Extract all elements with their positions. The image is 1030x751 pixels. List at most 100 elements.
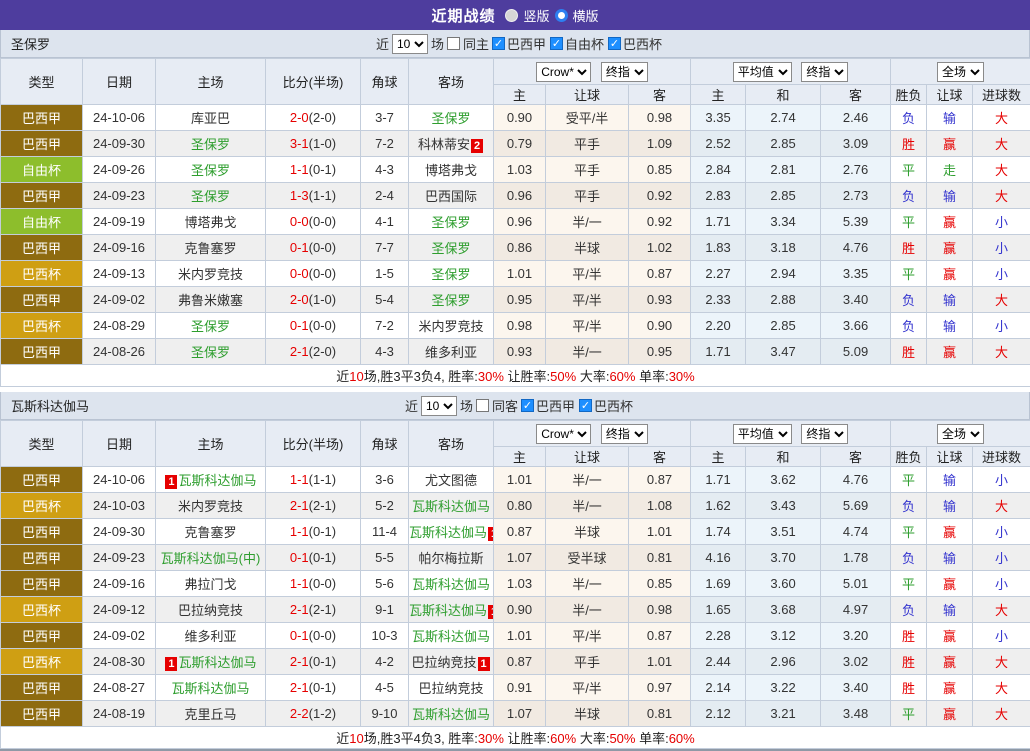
full-match-group-header: 全场 <box>891 421 1030 447</box>
match-date: 24-08-19 <box>83 701 156 727</box>
avg-draw: 2.88 <box>746 287 821 313</box>
odds-handicap: 平/半 <box>546 313 629 339</box>
league-filters: ✓巴西甲✓自由杯✓巴西杯 <box>492 34 664 53</box>
odds-handicap: 半/一 <box>546 209 629 235</box>
full-match-select[interactable]: 全场 <box>937 424 984 444</box>
score: 2-1(2-1) <box>266 493 361 519</box>
home-team: 1瓦斯科达伽马 <box>156 649 266 675</box>
team-name: 科林蒂安 <box>418 137 470 152</box>
corner-score: 9-1 <box>361 597 409 623</box>
odds-away: 1.08 <box>629 493 691 519</box>
odds-home: 0.95 <box>494 287 546 313</box>
result-handicap: 赢 <box>927 623 973 649</box>
away-team: 科林蒂安2 <box>409 131 494 157</box>
corner-score: 1-5 <box>361 261 409 287</box>
league-checkbox[interactable]: ✓ <box>608 37 621 50</box>
avg-draw: 2.85 <box>746 183 821 209</box>
final-index-select[interactable]: 终指 <box>801 424 848 444</box>
match-type-badge: 巴西甲 <box>1 545 83 571</box>
odds-handicap: 半/一 <box>546 339 629 365</box>
same-side-checkbox[interactable] <box>476 399 489 412</box>
odds-away: 0.87 <box>629 261 691 287</box>
match-date: 24-09-23 <box>83 545 156 571</box>
result-handicap: 赢 <box>927 649 973 675</box>
home-team: 弗鲁米嫩塞 <box>156 287 266 313</box>
team-name: 圣保罗 <box>431 215 470 230</box>
league-checkbox[interactable]: ✓ <box>579 399 592 412</box>
league-checkbox[interactable]: ✓ <box>492 37 505 50</box>
result-winloss: 负 <box>891 493 927 519</box>
avg-draw: 2.85 <box>746 313 821 339</box>
fulltime-score: 3-1 <box>290 136 309 151</box>
avg-away: 5.39 <box>821 209 891 235</box>
halftime-score: (0-1) <box>309 524 336 539</box>
full-match-select[interactable]: 全场 <box>937 62 984 82</box>
match-type-badge: 巴西甲 <box>1 105 83 131</box>
summary-text: 场,胜3平3负4, 胜率: <box>364 369 478 384</box>
score: 0-1(0-0) <box>266 623 361 649</box>
home-team: 维多利亚 <box>156 623 266 649</box>
table-row: 巴西甲24-08-26圣保罗2-1(2-0)4-3维多利亚0.93半/一0.95… <box>1 339 1030 365</box>
away-team: 帕尔梅拉斯 <box>409 545 494 571</box>
match-type-badge: 巴西甲 <box>1 467 83 493</box>
match-count-select[interactable]: 10 <box>392 34 428 54</box>
odds-away: 0.98 <box>629 105 691 131</box>
odds-handicap: 受平/半 <box>546 105 629 131</box>
average-select[interactable]: 平均值 <box>733 62 792 82</box>
result-handicap: 输 <box>927 287 973 313</box>
avg-draw: 3.21 <box>746 701 821 727</box>
fulltime-score: 2-1 <box>290 498 309 513</box>
match-type-badge: 自由杯 <box>1 209 83 235</box>
league-label: 巴西杯 <box>594 396 633 415</box>
home-team: 米内罗竞技 <box>156 261 266 287</box>
corner-score: 10-3 <box>361 623 409 649</box>
odds-home: 1.01 <box>494 261 546 287</box>
avg-draw: 2.85 <box>746 131 821 157</box>
score: 2-0(1-0) <box>266 287 361 313</box>
corner-score: 5-4 <box>361 287 409 313</box>
crow-select[interactable]: Crow* <box>536 62 591 82</box>
avg-home: 1.71 <box>691 209 746 235</box>
odds-away: 0.85 <box>629 157 691 183</box>
vertical-layout-radio[interactable] <box>505 9 518 22</box>
halftime-score: (0-0) <box>309 628 336 643</box>
table-row: 巴西甲24-08-27瓦斯科达伽马2-1(0-1)4-5巴拉纳竞技0.91平/半… <box>1 675 1030 701</box>
halftime-score: (0-0) <box>309 318 336 333</box>
final-index-select[interactable]: 终指 <box>601 62 648 82</box>
match-type-badge: 巴西甲 <box>1 235 83 261</box>
fulltime-score: 0-0 <box>290 214 309 229</box>
team-name: 巴拉纳竞技 <box>411 655 476 670</box>
avg-home: 2.33 <box>691 287 746 313</box>
table-row: 巴西杯24-09-13米内罗竞技0-0(0-0)1-5圣保罗1.01平/半0.8… <box>1 261 1030 287</box>
odds-home: 0.87 <box>494 649 546 675</box>
odds-away: 0.87 <box>629 467 691 493</box>
final-index-select[interactable]: 终指 <box>601 424 648 444</box>
avg-away: 4.76 <box>821 467 891 493</box>
team-name: 瓦斯科达伽马 <box>409 603 487 618</box>
near-label: 近 <box>376 34 389 53</box>
average-select[interactable]: 平均值 <box>733 424 792 444</box>
horizontal-layout-radio[interactable] <box>555 9 568 22</box>
same-side-checkbox[interactable] <box>447 37 460 50</box>
match-count-select[interactable]: 10 <box>421 396 457 416</box>
avg-home: 2.20 <box>691 313 746 339</box>
away-team: 维多利亚 <box>409 339 494 365</box>
result-winloss: 负 <box>891 287 927 313</box>
odds-handicap: 平/半 <box>546 287 629 313</box>
fulltime-score: 0-1 <box>290 628 309 643</box>
result-goals: 大 <box>973 157 1030 183</box>
col-result-goals: 进球数 <box>973 447 1030 467</box>
team-name: 圣保罗 <box>431 241 470 256</box>
crow-select[interactable]: Crow* <box>536 424 591 444</box>
final-index-select[interactable]: 终指 <box>801 62 848 82</box>
halftime-score: (0-1) <box>309 162 336 177</box>
summary-text: 30% <box>669 369 695 384</box>
summary-text: 10 <box>349 731 363 746</box>
avg-away: 3.09 <box>821 131 891 157</box>
team-name: 米内罗竞技 <box>418 319 483 334</box>
league-checkbox[interactable]: ✓ <box>550 37 563 50</box>
avg-draw: 2.81 <box>746 157 821 183</box>
league-checkbox[interactable]: ✓ <box>521 399 534 412</box>
away-team: 米内罗竞技 <box>409 313 494 339</box>
league-label: 巴西杯 <box>623 34 662 53</box>
